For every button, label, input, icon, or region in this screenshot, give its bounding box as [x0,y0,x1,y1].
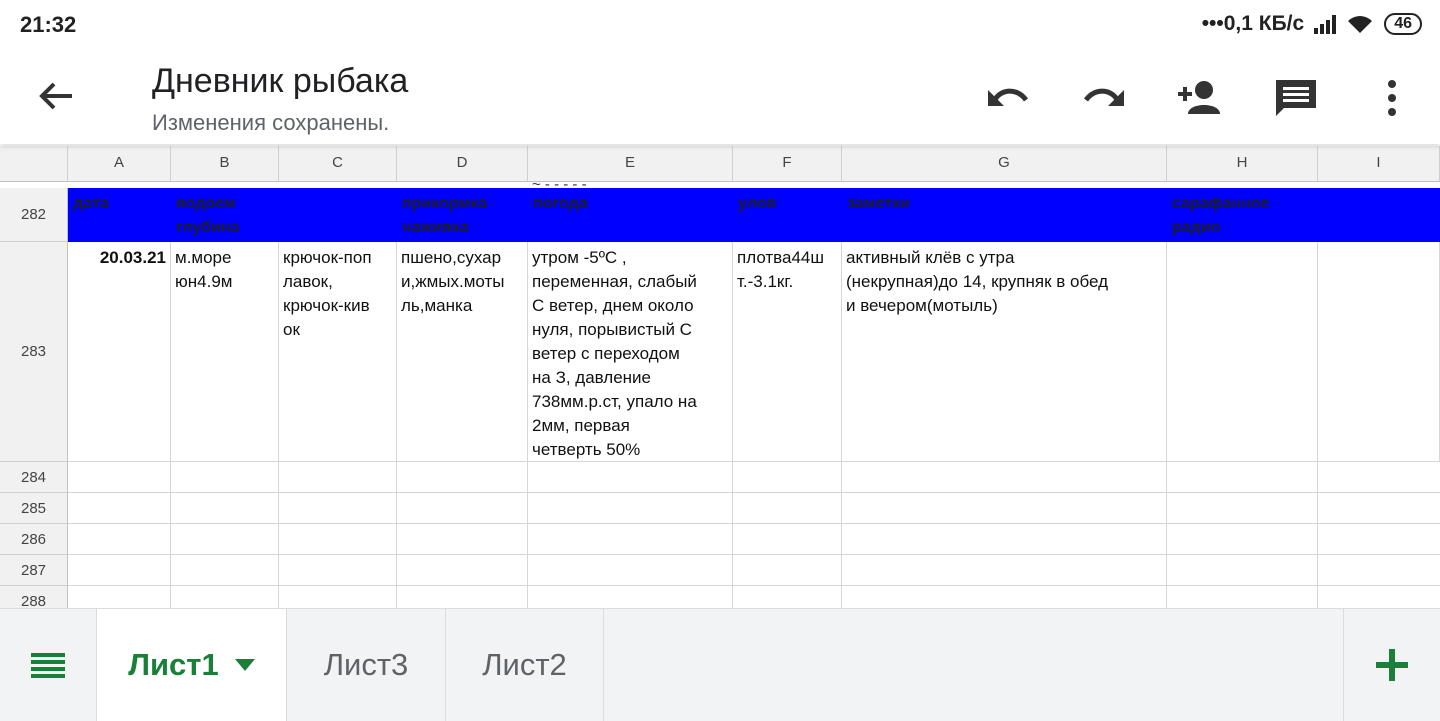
sheet-tab-label: Лист1 [128,647,219,682]
sheet-tab-label: Лист2 [482,647,567,682]
column-header-c[interactable]: C [279,146,397,182]
back-arrow-icon[interactable] [34,74,78,118]
column-header-a[interactable]: A [68,146,171,182]
header-cell-notes[interactable]: заметки [842,188,1167,242]
row-header-286[interactable]: 286 [0,524,68,555]
sheet-tab-list3[interactable]: Лист3 [287,609,446,721]
sheet-tab-list1[interactable]: Лист1 [97,609,287,721]
status-right: •••0,1 КБ/с 46 [1202,12,1422,36]
cell-b283-waterbody[interactable]: м.море юн4.9м [171,242,279,462]
cell-f283-catch[interactable]: плотва44ш т.-3.1кг. [733,242,842,462]
column-header-f[interactable]: F [733,146,842,182]
sheet-tab-list2[interactable]: Лист2 [446,609,604,721]
sheet-tab-bar: Лист1 Лист3 Лист2 [0,608,1440,721]
cell-h283[interactable] [1167,242,1318,462]
status-time: 21:32 [20,12,77,37]
header-cell-waterbody[interactable]: водоем глубина [171,188,279,242]
cell-g283-notes[interactable]: активный клёв с утра (некрупная)до 14, к… [842,242,1167,462]
row-header-285[interactable]: 285 [0,493,68,524]
add-person-icon[interactable] [1176,74,1224,122]
redo-icon[interactable] [1080,74,1128,122]
plus-icon [1376,649,1408,681]
all-sheets-menu[interactable] [0,609,97,721]
column-header-g[interactable]: G [842,146,1167,182]
more-options-icon[interactable] [1368,74,1416,122]
column-header-b[interactable]: B [171,146,279,182]
comment-icon[interactable] [1272,74,1320,122]
row-header-282[interactable]: 282 [0,188,68,242]
wifi-icon [1348,16,1373,33]
network-speed: •••0,1 КБ/с [1201,12,1305,35]
spreadsheet-grid[interactable]: A B C D E F G H I ~ - - - - - 282 283 28… [0,146,1440,608]
row-header-288[interactable]: 288 [0,586,68,608]
column-header-h[interactable]: H [1167,146,1318,182]
empty-rows[interactable] [68,462,1440,608]
header-cell-word-of-mouth[interactable]: сарафанное радио [1167,188,1318,242]
row-header-287[interactable]: 287 [0,555,68,586]
cell-i283[interactable] [1318,242,1440,462]
header-cell-catch[interactable]: улов [733,188,842,242]
header-cell-weather[interactable]: погода [528,188,733,242]
header-cell-date[interactable]: дата [68,188,171,242]
add-sheet-button[interactable] [1343,609,1440,721]
cell-c283-tackle[interactable]: крючок-поп лавок, крючок-кив ок [279,242,397,462]
cell-a283-date[interactable]: 20.03.21 [68,242,171,462]
cell-e283-weather[interactable]: утром -5ºС , переменная, слабый С ветер,… [528,242,733,462]
signal-icon [1314,14,1337,34]
row-header-283[interactable]: 283 [0,242,68,462]
sheet-tab-label: Лист3 [323,647,409,682]
undo-icon[interactable] [984,74,1032,122]
dropdown-arrow-icon[interactable] [234,659,255,671]
row-header-284[interactable]: 284 [0,462,68,493]
select-all-corner[interactable] [0,146,68,182]
status-bar: 21:32 •••0,1 КБ/с 46 [0,0,1440,52]
save-status: Изменения сохранены. [152,110,390,135]
column-header-i[interactable]: I [1318,146,1440,182]
app-bar: Дневник рыбака Изменения сохранены. [0,52,1440,144]
header-cell-bait[interactable]: прикормка наживка [397,188,528,242]
menu-list-icon [31,653,65,678]
cell-d283-bait[interactable]: пшено,сухар и,жмых.моты ль,манка [397,242,528,462]
column-header-d[interactable]: D [397,146,528,182]
document-title[interactable]: Дневник рыбака [152,62,408,101]
battery-indicator: 46 [1384,13,1422,35]
